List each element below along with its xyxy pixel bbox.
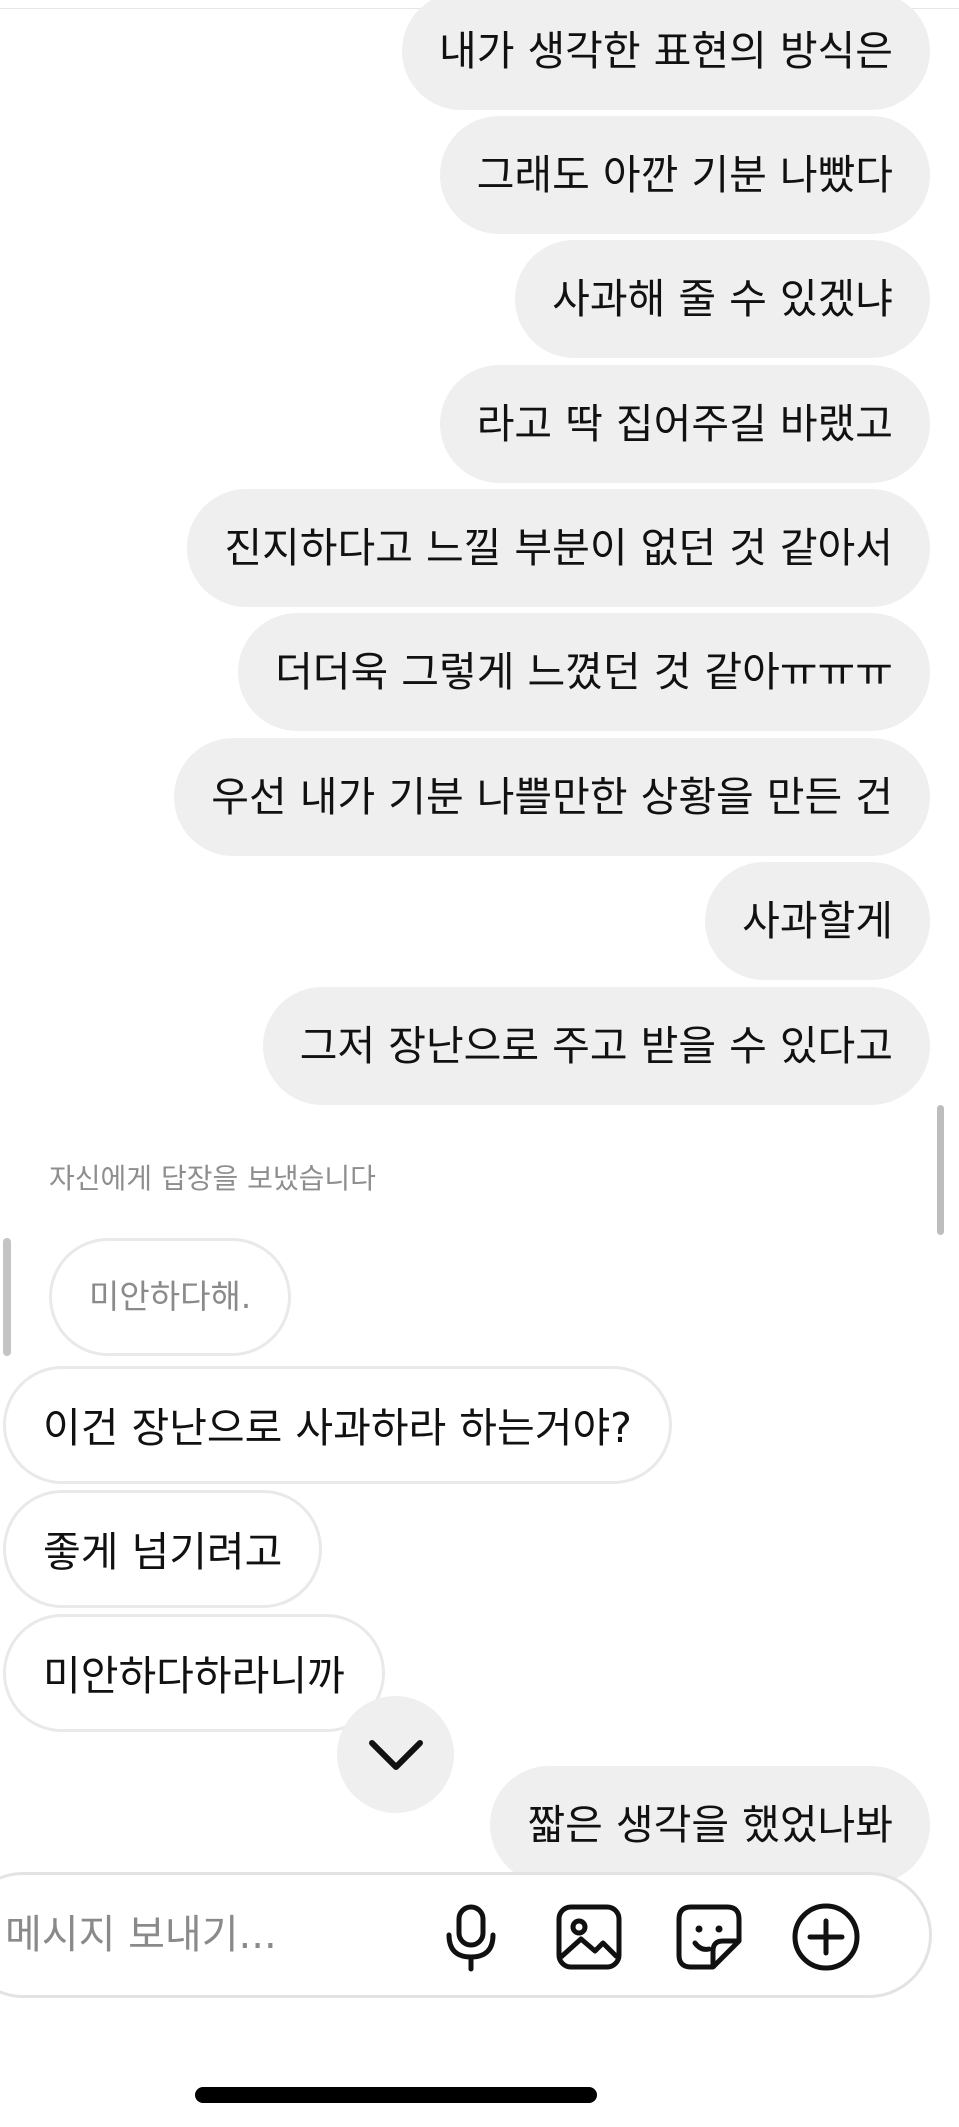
- scrollbar[interactable]: [937, 1105, 944, 1235]
- outgoing-message[interactable]: 사과해 줄 수 있겠냐: [515, 240, 930, 358]
- message-input[interactable]: [5, 1875, 385, 1995]
- message-composer: [0, 1872, 932, 1998]
- outgoing-message[interactable]: 그저 장난으로 주고 받을 수 있다고: [262, 987, 930, 1105]
- sticker-icon: [676, 1904, 742, 1970]
- outgoing-message[interactable]: 우선 내가 기분 나쁠만한 상황을 만든 건: [174, 738, 930, 856]
- more-options-button[interactable]: [790, 1901, 862, 1973]
- outgoing-message[interactable]: 진지하다고 느낄 부분이 없던 것 같아서: [187, 489, 930, 607]
- outgoing-message[interactable]: 짧은 생각을 했었나봐: [490, 1766, 930, 1884]
- chevron-down-icon: [368, 1739, 423, 1770]
- outgoing-message[interactable]: 그래도 아깐 기분 나빴다: [439, 116, 930, 234]
- plus-circle-icon: [792, 1903, 860, 1971]
- outgoing-message[interactable]: 더더욱 그렇게 느꼈던 것 같아ㅠㅠㅠ: [238, 613, 930, 731]
- outgoing-message[interactable]: 내가 생각한 표현의 방식은: [401, 0, 930, 110]
- image-icon: [556, 1904, 622, 1970]
- incoming-message[interactable]: 좋게 넘기려고: [3, 1490, 323, 1608]
- outgoing-message[interactable]: 라고 딱 집어주길 바랬고: [439, 365, 930, 483]
- scroll-to-bottom-button[interactable]: [337, 1696, 454, 1813]
- sticker-button[interactable]: [673, 1901, 745, 1973]
- microphone-icon: [446, 1904, 496, 1972]
- home-indicator: [195, 2087, 597, 2103]
- quoted-message[interactable]: 미안하다해.: [49, 1238, 292, 1356]
- reply-quote-bar: [3, 1238, 11, 1356]
- incoming-message[interactable]: 이건 장난으로 사과하라 하는거야?: [3, 1366, 672, 1484]
- outgoing-message[interactable]: 사과할게: [705, 862, 930, 980]
- reply-context-label: 자신에게 답장을 보냈습니다: [49, 1162, 376, 1195]
- incoming-message[interactable]: 미안하다하라니까: [3, 1614, 385, 1732]
- gallery-button[interactable]: [553, 1901, 625, 1973]
- voice-message-button[interactable]: [435, 1901, 507, 1973]
